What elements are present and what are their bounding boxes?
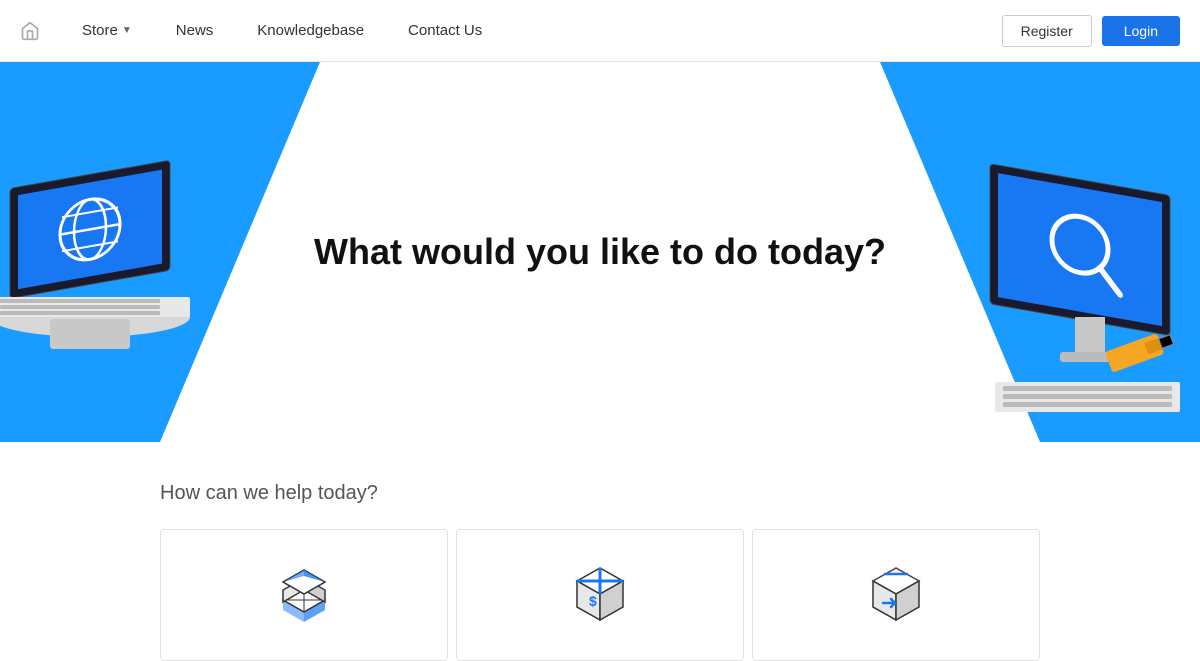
card-manage-billing[interactable]: $ bbox=[456, 529, 744, 661]
nav-news[interactable]: News bbox=[154, 0, 236, 62]
card-transfer[interactable] bbox=[752, 529, 1040, 661]
package-icon: $ bbox=[565, 560, 635, 630]
hero-section: What would you like to do today? bbox=[0, 62, 1200, 442]
laptop-illustration bbox=[0, 152, 220, 432]
nav-buttons: Register Login bbox=[1002, 15, 1180, 47]
transfer-icon bbox=[861, 560, 931, 630]
navbar: Store ▼ News Knowledgebase Contact Us Re… bbox=[0, 0, 1200, 62]
monitor-illustration bbox=[970, 152, 1200, 432]
contact-label: Contact Us bbox=[408, 22, 482, 39]
login-button[interactable]: Login bbox=[1102, 16, 1180, 46]
help-title: How can we help today? bbox=[160, 482, 1040, 505]
cards-row: $ bbox=[160, 529, 1040, 661]
nav-knowledgebase[interactable]: Knowledgebase bbox=[235, 0, 386, 62]
nav-contact[interactable]: Contact Us bbox=[386, 0, 504, 62]
nav-store[interactable]: Store ▼ bbox=[60, 0, 154, 62]
layers-icon bbox=[269, 560, 339, 630]
hero-title: What would you like to do today? bbox=[314, 231, 886, 273]
knowledgebase-label: Knowledgebase bbox=[257, 22, 364, 39]
store-chevron-icon: ▼ bbox=[122, 25, 132, 36]
card-order-services[interactable] bbox=[160, 529, 448, 661]
home-button[interactable] bbox=[20, 21, 40, 41]
register-button[interactable]: Register bbox=[1002, 15, 1092, 47]
bottom-section: How can we help today? bbox=[0, 442, 1200, 661]
store-label: Store bbox=[82, 22, 118, 39]
news-label: News bbox=[176, 22, 214, 39]
nav-links: Store ▼ News Knowledgebase Contact Us bbox=[60, 0, 1002, 62]
svg-text:$: $ bbox=[589, 593, 597, 609]
